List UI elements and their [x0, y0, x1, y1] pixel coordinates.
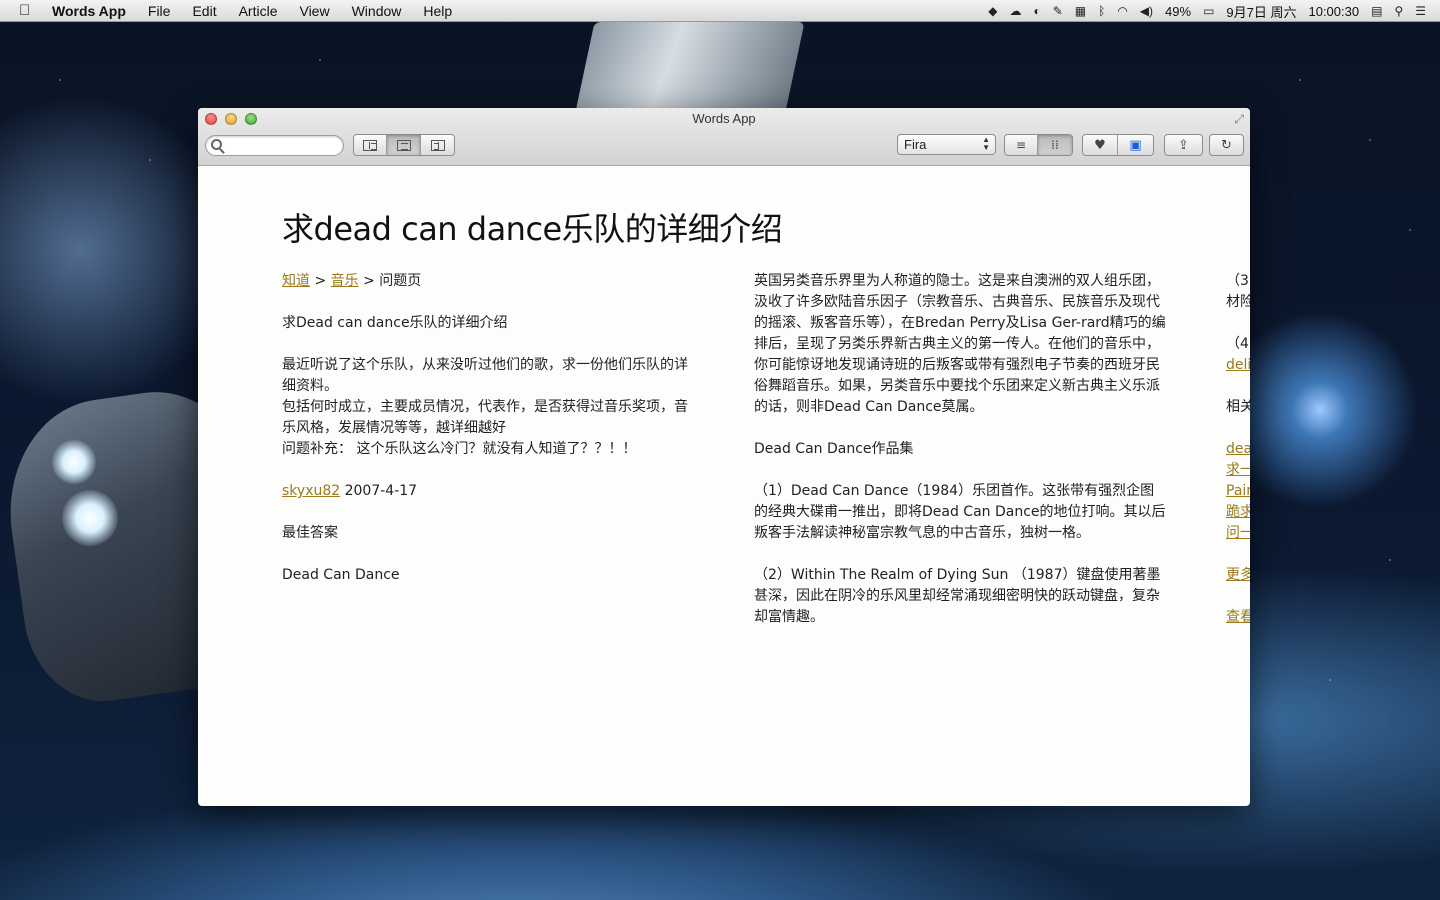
fullscreen-icon[interactable]: ⤢ [1234, 112, 1244, 127]
bluetooth-icon[interactable]: ᛒ [1098, 4, 1105, 18]
single-column-icon: ≡ [1015, 138, 1027, 152]
question-title: 求Dead can dance乐队的详细介绍 [282, 315, 508, 331]
view-mode-segmented-control: ≡ ⁞⁞ [1004, 134, 1073, 156]
layout-left-icon [363, 139, 377, 151]
article-view[interactable]: 求dead can dance乐队的详细介绍 知道 > 音乐 > 问题页 求De… [198, 166, 1250, 806]
archive-icon: ▣ [1129, 137, 1142, 153]
title-bar: Words App ⤢ Fira ▲ ▼ ≡ ⁞⁞ ♥ ▣ ⇪ ↻ [198, 108, 1250, 166]
multi-column-icon: ⁞⁞ [1051, 138, 1059, 152]
view-link[interactable]: 查看 [1226, 609, 1250, 625]
multi-column-button[interactable]: ⁞⁞ [1038, 135, 1072, 155]
menu-bar:  Words App File Edit Article View Windo… [0, 0, 1440, 22]
spotlight-icon[interactable]: ⚲ [1394, 4, 1403, 18]
battery-percent[interactable]: 49% [1165, 4, 1191, 19]
question-body-line-1: 最近听说了这个乐队，从来没听过他们的歌，求一份他们乐队的详细资料。 [282, 357, 688, 394]
share-button[interactable]: ⇪ [1164, 134, 1203, 156]
clock-date[interactable]: 9月7日 周六 [1226, 2, 1296, 21]
refresh-icon: ↻ [1221, 137, 1232, 153]
font-select[interactable]: Fira ▲ ▼ [897, 134, 996, 155]
related-link-4[interactable]: 跪求 [1226, 504, 1250, 520]
post-date: 2007-4-17 [340, 483, 418, 499]
article-title: 求dead can dance乐队的详细介绍 [282, 210, 783, 248]
col3-line-1: （3 [1226, 273, 1249, 289]
search-icon [211, 139, 222, 150]
battery-icon[interactable]: ▭ [1203, 4, 1214, 18]
ship-light-top [52, 440, 96, 484]
refresh-button[interactable]: ↻ [1209, 134, 1244, 156]
article-column-2: 英国另类音乐界里为人称道的隐士。这是来自澳洲的双人组乐团，汲收了许多欧陆音乐因子… [754, 271, 1166, 649]
best-answer-heading: 最佳答案 [282, 525, 338, 541]
dropbox-icon[interactable]: ◆ [988, 4, 997, 18]
article-column-1: 知道 > 音乐 > 问题页 求Dead can dance乐队的详细介绍 最近听… [282, 271, 692, 607]
work-2: （2）Within The Realm of Dying Sun （1987）键… [754, 567, 1161, 625]
layout-right-icon [430, 139, 445, 151]
question-body-line-2: 包括何时成立，主要成员情况，代表作，是否获得过音乐奖项，音乐风格，发展情况等等，… [282, 399, 688, 436]
heart-icon: ♥ [1094, 137, 1106, 153]
status-area: ◆ ☁ ◐ ✎ ▦ ᛒ ◠ ◀) 49% ▭ 9月7日 周六 10:00:30 … [988, 0, 1426, 22]
notification-icon[interactable]: ☰ [1415, 4, 1426, 18]
space-station-image [575, 22, 805, 112]
layout-right-button[interactable] [421, 135, 454, 155]
menu-help[interactable]: Help [423, 3, 452, 19]
layout-center-icon [396, 139, 411, 151]
evernote-icon[interactable]: ✎ [1053, 4, 1063, 18]
wifi-icon[interactable]: ◠ [1117, 4, 1127, 18]
related-link-1[interactable]: dea [1226, 441, 1250, 457]
search-field[interactable] [205, 135, 344, 156]
archive-button[interactable]: ▣ [1118, 135, 1153, 155]
works-heading: Dead Can Dance作品集 [754, 441, 914, 457]
app-window: Words App ⤢ Fira ▲ ▼ ≡ ⁞⁞ ♥ ▣ ⇪ ↻ 求dead … [198, 108, 1250, 806]
menu-view[interactable]: View [299, 3, 329, 19]
clock-time[interactable]: 10:00:30 [1308, 4, 1359, 19]
article-column-3: （3 材险 （4 deli 相关 dea 求一 Pain 跪求 问一 更多 查看 [1226, 271, 1250, 649]
window-title: Words App [692, 111, 756, 126]
font-select-value: Fira [904, 137, 927, 152]
ship-light-bottom [62, 490, 118, 546]
select-arrows-icon: ▲ ▼ [982, 135, 990, 152]
favorite-button[interactable]: ♥ [1083, 135, 1118, 155]
related-link-5[interactable]: 问一 [1226, 525, 1250, 541]
cloud-icon[interactable]: ☁ [1009, 4, 1021, 18]
volume-icon[interactable]: ◀) [1140, 4, 1153, 18]
breadcrumb-link-zhidao[interactable]: 知道 [282, 273, 310, 289]
menu-edit[interactable]: Edit [192, 3, 216, 19]
breadcrumb: 知道 > 音乐 > 问题页 [282, 271, 692, 292]
toggle-icon[interactable]: ◐ [1033, 4, 1040, 18]
col3-line-3: （4 [1226, 336, 1249, 352]
layout-center-button[interactable] [387, 135, 421, 155]
breadcrumb-current: > 问题页 [358, 273, 422, 289]
col3-line-2: 材险 [1226, 294, 1250, 310]
more-link[interactable]: 更多 [1226, 567, 1250, 583]
related-link-2[interactable]: 求一 [1226, 462, 1250, 478]
apple-icon[interactable]:  [19, 2, 39, 19]
band-intro: 英国另类音乐界里为人称道的隐士。这是来自澳洲的双人组乐团，汲收了许多欧陆音乐因子… [754, 273, 1166, 415]
layout-left-button[interactable] [354, 135, 387, 155]
keyboard-icon[interactable]: ▦ [1075, 4, 1086, 18]
breadcrumb-link-music[interactable]: 音乐 [331, 273, 359, 289]
col3-link-1[interactable]: deli [1226, 357, 1250, 373]
menu-file[interactable]: File [148, 3, 171, 19]
search-input[interactable] [228, 138, 338, 153]
author-line: skyxu82 2007-4-17 [282, 481, 692, 502]
related-link-3[interactable]: Pain [1226, 483, 1250, 499]
layout-segmented-control [353, 134, 455, 156]
menu-window[interactable]: Window [352, 3, 402, 19]
work-1: （1）Dead Can Dance（1984）乐团首作。这张带有强烈企图的经典大… [754, 483, 1166, 541]
menu-app-name[interactable]: Words App [52, 3, 126, 19]
question-supplement: 问题补充： 这个乐队这么冷门？就没有人知道了？？！！ [282, 441, 637, 457]
flag-icon[interactable]: ▤ [1371, 4, 1382, 18]
col3-related-heading: 相关 [1226, 399, 1250, 415]
breadcrumb-separator: > [310, 273, 331, 289]
action-segmented-control: ♥ ▣ [1082, 134, 1154, 156]
menu-article[interactable]: Article [239, 3, 278, 19]
single-column-button[interactable]: ≡ [1005, 135, 1038, 155]
band-name: Dead Can Dance [282, 567, 400, 583]
share-icon: ⇪ [1178, 137, 1189, 153]
author-link[interactable]: skyxu82 [282, 483, 340, 499]
